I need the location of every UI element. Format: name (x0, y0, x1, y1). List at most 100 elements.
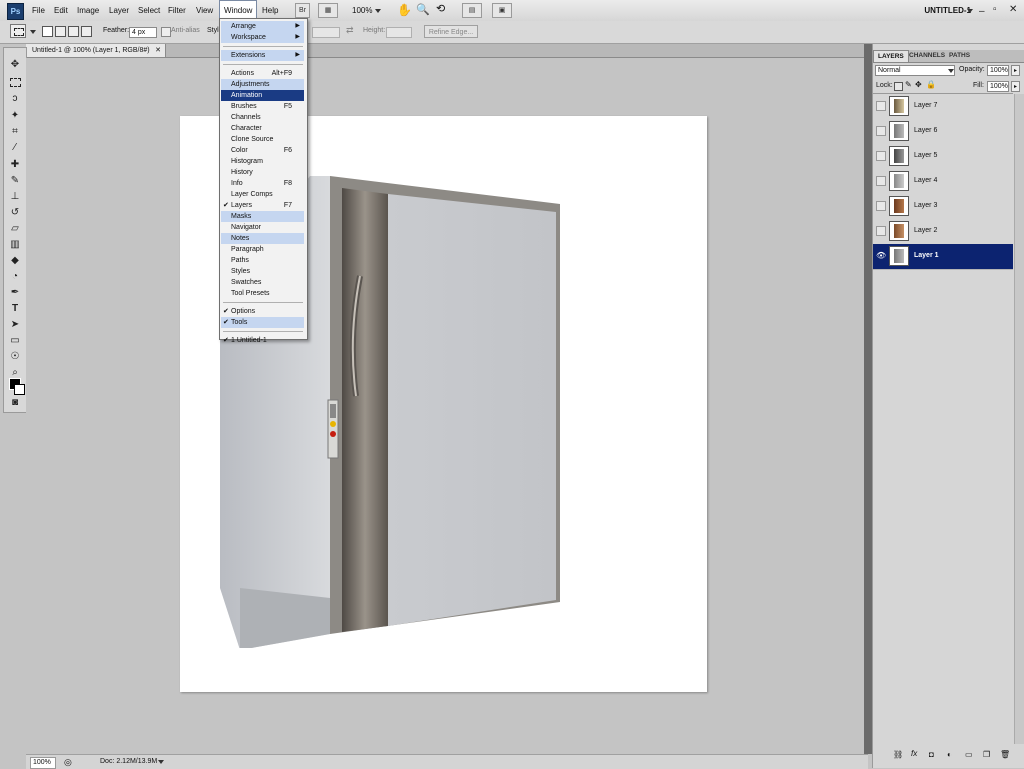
window-menu-item-channels[interactable]: Channels (221, 112, 304, 123)
tab-layers[interactable]: LAYERS (873, 50, 909, 62)
layer-visibility-toggle[interactable] (876, 226, 886, 236)
tab-channels[interactable]: CHANNELS (905, 50, 949, 62)
window-menu-item-swatches[interactable]: Swatches (221, 277, 304, 288)
layer-name[interactable]: Layer 6 (914, 127, 937, 134)
preset-dropdown-icon[interactable] (30, 30, 36, 34)
window-menu-item-paths[interactable]: Paths (221, 255, 304, 266)
layer-name[interactable]: Layer 5 (914, 152, 937, 159)
window-menu-item-color[interactable]: Color F6 (221, 145, 304, 156)
fill-input[interactable]: 100% (987, 81, 1009, 92)
blur-tool-icon[interactable]: ◆ (8, 254, 22, 268)
clone-stamp-tool-icon[interactable]: ⊥ (8, 190, 22, 204)
width-input[interactable] (312, 27, 340, 38)
layer-visibility-toggle[interactable] (876, 101, 886, 111)
lasso-tool-icon[interactable]: ↄ (8, 92, 22, 106)
workspace-dropdown-icon[interactable] (967, 9, 973, 13)
swap-dimensions-icon[interactable]: ⇄ (346, 25, 354, 36)
marquee-tool-icon[interactable] (8, 75, 22, 89)
menu-file[interactable]: File (32, 0, 45, 21)
fill-slider-icon[interactable]: ▸ (1011, 81, 1020, 92)
window-menu-item-history[interactable]: History (221, 167, 304, 178)
window-menu-item-tool-presets[interactable]: Tool Presets (221, 288, 304, 299)
window-menu-item-histogram[interactable]: Histogram (221, 156, 304, 167)
link-layers-icon[interactable]: ⛓ (893, 750, 903, 759)
tab-paths[interactable]: PATHS (945, 50, 974, 62)
menu-layer[interactable]: Layer (109, 0, 129, 21)
blend-mode-dropdown-icon[interactable] (948, 69, 954, 73)
layer-row[interactable]: Layer 4 (873, 169, 1013, 195)
quick-mask-icon[interactable]: ◙ (8, 396, 22, 410)
window-menu-item-actions[interactable]: Actions Alt+F9 (221, 68, 304, 79)
layer-visibility-toggle[interactable] (876, 201, 886, 211)
window-menu-item-paragraph[interactable]: Paragraph (221, 244, 304, 255)
blend-mode-select[interactable]: Normal (875, 65, 955, 76)
layer-name[interactable]: Layer 7 (914, 102, 937, 109)
status-info-icon[interactable]: ◎ (64, 757, 72, 767)
layers-scrollbar[interactable] (1014, 94, 1024, 744)
anti-alias-checkbox[interactable] (161, 27, 171, 37)
layer-name[interactable]: Layer 1 (914, 252, 939, 259)
menu-select[interactable]: Select (138, 0, 160, 21)
shape-tool-icon[interactable]: ▭ (8, 334, 22, 348)
layer-name[interactable]: Layer 3 (914, 202, 937, 209)
workspace-title[interactable]: UNTITLED-1 (924, 0, 971, 21)
menu-window[interactable]: Window (219, 0, 258, 19)
status-menu-icon[interactable] (158, 760, 164, 764)
layer-row[interactable]: Layer 5 (873, 144, 1013, 170)
layer-visibility-toggle[interactable] (876, 176, 886, 186)
view-extras-button[interactable]: ▦ (318, 3, 338, 18)
minimize-icon[interactable]: – (979, 7, 985, 17)
restore-icon[interactable]: ▫ (993, 5, 997, 15)
launch-bridge-button[interactable]: Br (295, 3, 310, 18)
window-menu-item-options[interactable]: Options ✔ (221, 306, 304, 317)
opacity-slider-icon[interactable]: ▸ (1011, 65, 1020, 76)
opacity-input[interactable]: 100% (987, 65, 1009, 76)
window-menu-item-clone-source[interactable]: Clone Source (221, 134, 304, 145)
window-menu-item-adjustments[interactable]: Adjustments (221, 79, 304, 90)
window-menu-item-layer-comps[interactable]: Layer Comps (221, 189, 304, 200)
layer-row[interactable]: Layer 2 (873, 219, 1013, 245)
layer-row[interactable]: Layer 3 (873, 194, 1013, 220)
window-menu-item-character[interactable]: Character (221, 123, 304, 134)
path-selection-tool-icon[interactable]: ➤ (8, 318, 22, 332)
window-menu-item-layers[interactable]: Layers ✔ F7 (221, 200, 304, 211)
window-menu-item-animation[interactable]: Animation (221, 90, 304, 101)
add-mask-icon[interactable]: ◘ (929, 750, 934, 759)
dodge-tool-icon[interactable]: ◔ (8, 270, 22, 284)
new-selection-icon[interactable] (42, 26, 53, 37)
menu-image[interactable]: Image (77, 0, 99, 21)
3d-rotate-tool-icon[interactable]: ☉ (8, 350, 22, 364)
window-menu-item-workspace[interactable]: Workspace ▶ (221, 32, 304, 43)
magic-wand-tool-icon[interactable]: ✦ (8, 109, 22, 123)
window-menu-item-info[interactable]: Info F8 (221, 178, 304, 189)
marquee-preset-button[interactable] (10, 24, 26, 38)
rotate-view-icon[interactable]: ⟲ (436, 2, 445, 15)
zoom-tool-icon[interactable]: 🔍 (416, 3, 430, 16)
window-menu-item-notes[interactable]: Notes (221, 233, 304, 244)
type-tool-icon[interactable]: T (8, 302, 22, 316)
window-menu-item-styles[interactable]: Styles (221, 266, 304, 277)
height-input[interactable] (386, 27, 412, 38)
menu-filter[interactable]: Filter (168, 0, 186, 21)
move-tool-icon[interactable]: ✥ (8, 58, 22, 72)
history-brush-tool-icon[interactable]: ↺ (8, 206, 22, 220)
window-menu-item-masks[interactable]: Masks (221, 211, 304, 222)
window-menu-item-1-untitled-1[interactable]: 1 Untitled-1 ✔ (221, 335, 304, 346)
lock-all-icon[interactable]: 🔒 (926, 80, 936, 89)
subtract-selection-icon[interactable] (68, 26, 79, 37)
photoshop-logo[interactable]: Ps (7, 3, 24, 20)
arrange-documents-button[interactable]: ▤ (462, 3, 482, 18)
layer-name[interactable]: Layer 4 (914, 177, 937, 184)
brush-tool-icon[interactable]: ✎ (8, 174, 22, 188)
window-menu-item-brushes[interactable]: Brushes F5 (221, 101, 304, 112)
crop-tool-icon[interactable]: ⌗ (8, 125, 22, 139)
adjustment-layer-icon[interactable]: ◐ (947, 750, 952, 759)
menu-edit[interactable]: Edit (54, 0, 68, 21)
zoom-dropdown-icon[interactable] (375, 9, 381, 13)
pen-tool-icon[interactable]: ✒ (8, 286, 22, 300)
healing-brush-tool-icon[interactable]: ✚ (8, 158, 22, 172)
new-layer-icon[interactable]: ❐ (983, 750, 990, 759)
window-menu-item-arrange[interactable]: Arrange ▶ (221, 21, 304, 32)
add-selection-icon[interactable] (55, 26, 66, 37)
document-tab[interactable]: Untitled-1 @ 100% (Layer 1, RGB/8#) ✕ (26, 44, 166, 57)
